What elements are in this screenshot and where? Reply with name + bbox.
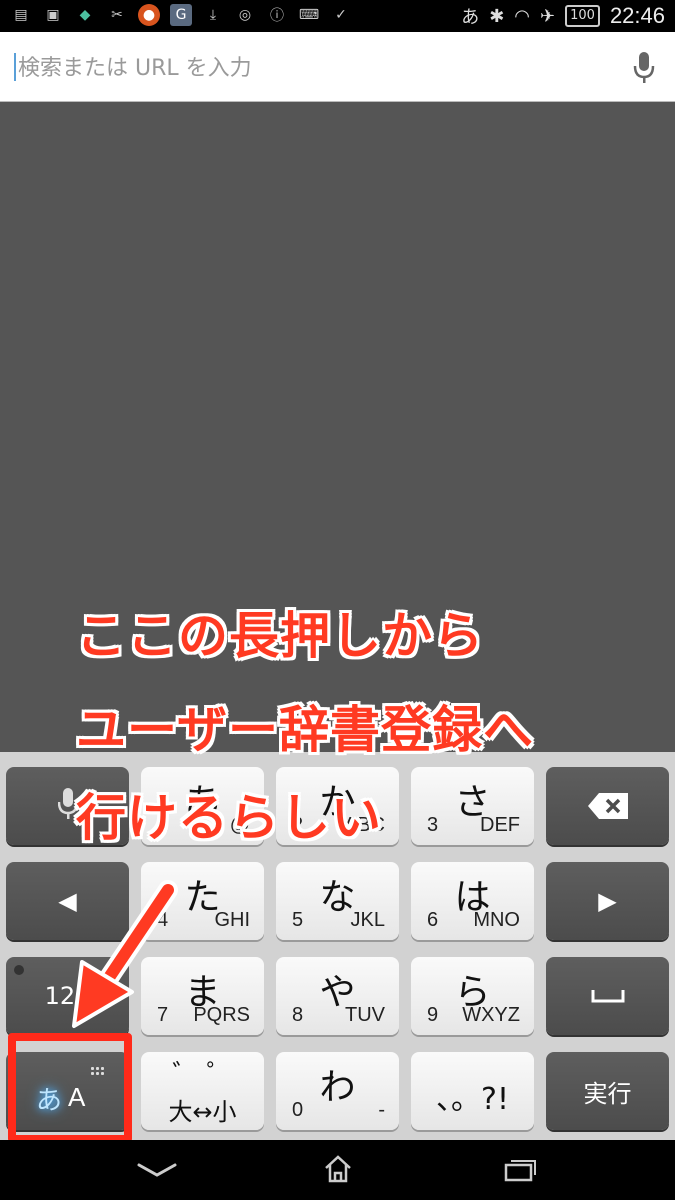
key-latin: JKL bbox=[350, 909, 385, 931]
key-latin: GHI bbox=[214, 909, 250, 931]
text-cursor bbox=[14, 53, 16, 81]
key-latin: - bbox=[378, 1099, 385, 1121]
backspace-icon bbox=[588, 793, 628, 819]
backspace-key[interactable] bbox=[546, 767, 669, 845]
punctuation-key[interactable]: 、。?! bbox=[411, 1052, 534, 1130]
annotation-line-1: ここの長押しから bbox=[76, 607, 484, 665]
home-icon[interactable] bbox=[323, 1154, 353, 1184]
microphone-key-icon bbox=[58, 788, 78, 819]
key-latin: PQRS bbox=[193, 1004, 250, 1026]
navigation-bar bbox=[0, 1140, 675, 1200]
key-number: 9 bbox=[427, 1004, 439, 1026]
punctuation-label: 、。?! bbox=[436, 1082, 509, 1117]
highlight-box bbox=[8, 1033, 132, 1143]
battery-indicator: 100 bbox=[565, 5, 600, 27]
microphone-icon[interactable] bbox=[633, 51, 655, 85]
notification-icons: ▤ ▣ ◆ ✂ ● G ⤓ ◎ ⓘ ⌨ ✓ bbox=[10, 4, 352, 26]
kana-key-sa[interactable]: さ 3 DEF bbox=[411, 767, 534, 845]
app-icon: ◆ bbox=[79, 7, 91, 23]
clipboard-icon: ▤ bbox=[14, 7, 28, 23]
wifi-icon: ◠ bbox=[514, 5, 531, 27]
status-bar: ▤ ▣ ◆ ✂ ● G ⤓ ◎ ⓘ ⌨ ✓ あ ✱ ◠ ✈ 100 22:46 bbox=[0, 0, 675, 32]
scissors-icon: ✂ bbox=[111, 7, 123, 23]
kana-key-ha[interactable]: は 6 MNO bbox=[411, 862, 534, 940]
airplane-icon: ✈ bbox=[540, 5, 556, 27]
key-number: 0 bbox=[292, 1099, 304, 1121]
search-bar[interactable]: 検索または URL を入力 bbox=[0, 32, 675, 102]
info-icon: ⓘ bbox=[270, 8, 284, 24]
orange-app-icon: ● bbox=[138, 4, 160, 26]
key-latin: WXYZ bbox=[462, 1004, 520, 1026]
annotation-arrow bbox=[72, 880, 178, 1028]
dakuten-label: ゛ ゜ bbox=[172, 1060, 233, 1090]
size-toggle-label: 大↔小 bbox=[168, 1098, 237, 1126]
clock: 22:46 bbox=[609, 3, 665, 28]
recents-icon[interactable] bbox=[503, 1158, 537, 1182]
dakuten-key[interactable]: ゛ ゜ 大↔小 bbox=[141, 1052, 264, 1130]
download-icon: ⤓ bbox=[209, 7, 217, 23]
annotation-line-3: 行けるらしい bbox=[76, 789, 382, 847]
check-icon: ✓ bbox=[335, 7, 347, 23]
enter-key[interactable]: 実行 bbox=[546, 1052, 669, 1130]
back-icon[interactable] bbox=[137, 1162, 177, 1178]
key-number: 6 bbox=[427, 909, 439, 931]
key-latin: DEF bbox=[480, 814, 520, 836]
kana-key-ya[interactable]: や 8 TUV bbox=[276, 957, 399, 1035]
key-number: 3 bbox=[427, 814, 439, 836]
right-arrow-icon: ▶ bbox=[598, 887, 617, 915]
google-icon: G bbox=[170, 4, 192, 26]
key-number: 8 bbox=[292, 1004, 304, 1026]
key-number: 5 bbox=[292, 909, 304, 931]
annotation-line-2: ユーザー辞書登録へ bbox=[76, 701, 534, 759]
search-input[interactable]: 検索または URL を入力 bbox=[18, 50, 252, 82]
keyboard-icon: ⌨ bbox=[298, 7, 320, 23]
ime-indicator: あ bbox=[461, 7, 480, 28]
bluetooth-icon: ✱ bbox=[489, 5, 505, 27]
kana-key-wa[interactable]: わ 0 - bbox=[276, 1052, 399, 1130]
key-latin: MNO bbox=[473, 909, 520, 931]
enter-label: 実行 bbox=[583, 1079, 632, 1108]
kana-key-ra[interactable]: ら 9 WXYZ bbox=[411, 957, 534, 1035]
key-latin: TUV bbox=[345, 1004, 385, 1026]
kana-key-na[interactable]: な 5 JKL bbox=[276, 862, 399, 940]
chat-icon: ◎ bbox=[238, 7, 252, 23]
cursor-right-key[interactable]: ▶ bbox=[546, 862, 669, 940]
space-key[interactable] bbox=[546, 957, 669, 1035]
space-icon bbox=[591, 990, 625, 1003]
news-icon: ▣ bbox=[46, 7, 60, 23]
